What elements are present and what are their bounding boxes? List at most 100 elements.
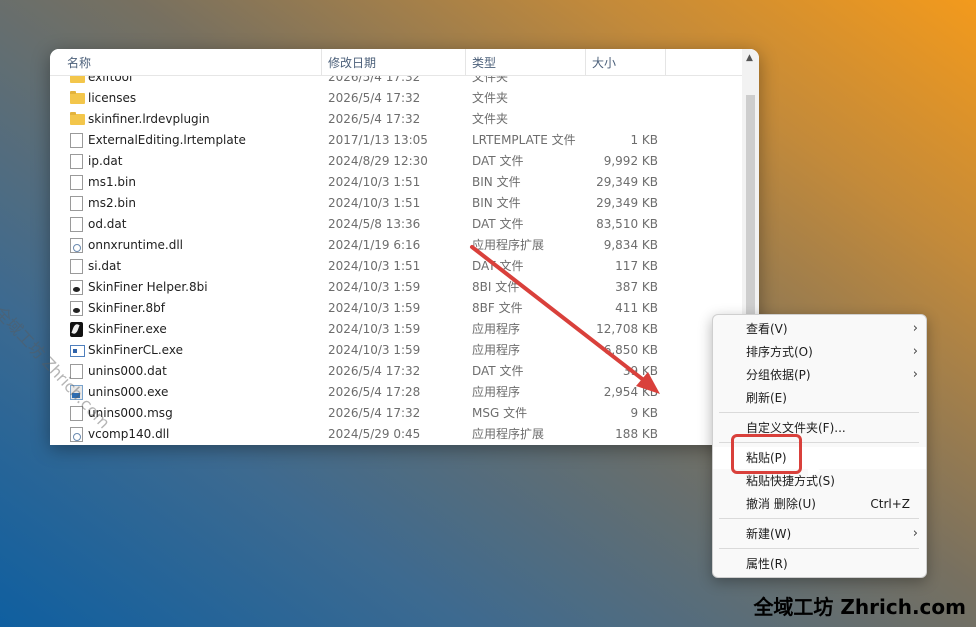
file-row[interactable]: SkinFiner.exe 2024/10/3 1:59 应用程序 12,708 KB — [50, 319, 742, 340]
file-row[interactable]: ms2.bin 2024/10/3 1:51 BIN 文件 29,349 KB — [50, 193, 742, 214]
file-size: 1 KB — [630, 133, 658, 147]
file-type: DAT 文件 — [472, 364, 524, 378]
file-size: 9 KB — [630, 406, 658, 420]
file-size: 6,850 KB — [603, 343, 658, 357]
file-type: 应用程序扩展 — [472, 238, 545, 252]
file-date: 2026/5/4 17:28 — [328, 385, 421, 399]
file-row[interactable]: skinfiner.lrdevplugin 2026/5/4 17:32 文件夹 — [50, 109, 742, 130]
file-name: onnxruntime.dll — [88, 238, 184, 252]
menu-item-group-by[interactable]: 分组依据(P) › — [713, 364, 926, 386]
file-row[interactable]: od.dat 2024/5/8 13:36 DAT 文件 83,510 KB — [50, 214, 742, 235]
file-icon — [70, 259, 83, 274]
file-name: SkinFiner Helper.8bi — [88, 280, 208, 294]
file-name: ip.dat — [88, 154, 123, 168]
file-date: 2024/5/29 0:45 — [328, 427, 421, 441]
file-name: ms2.bin — [88, 196, 136, 210]
column-divider[interactable] — [665, 49, 666, 75]
file-date: 2024/10/3 1:59 — [328, 343, 421, 357]
column-divider[interactable] — [465, 49, 466, 75]
app-icon — [70, 322, 83, 337]
file-size: 188 KB — [615, 427, 658, 441]
dll-icon — [70, 427, 83, 442]
column-divider[interactable] — [321, 49, 322, 75]
file-name: SkinFiner.exe — [88, 322, 167, 336]
file-name: SkinFiner.8bf — [88, 301, 165, 315]
file-date: 2024/10/3 1:51 — [328, 175, 421, 189]
corner-watermark: 全域工坊 Zhrich.com — [753, 595, 966, 619]
menu-separator — [719, 412, 919, 413]
file-type: 应用程序扩展 — [472, 427, 545, 441]
file-date: 2024/8/29 12:30 — [328, 154, 428, 168]
file-size: 29,349 KB — [596, 175, 658, 189]
menu-separator — [719, 518, 919, 519]
menu-separator — [719, 548, 919, 549]
paste-highlight-box — [731, 434, 802, 474]
file-size: 9,992 KB — [603, 154, 658, 168]
menu-item-undo-delete[interactable]: 撤消 删除(U) Ctrl+Z — [713, 493, 926, 515]
file-row[interactable]: SkinFiner.8bf 2024/10/3 1:59 8BF 文件 411 KB — [50, 298, 742, 319]
file-name: si.dat — [88, 259, 122, 273]
window-icon — [70, 345, 85, 357]
file-row[interactable]: unins000.exe 2026/5/4 17:28 应用程序 2,954 KB — [50, 382, 742, 403]
column-header-bar: ^ 名称 修改日期 类型 大小 — [50, 49, 742, 76]
column-name-header[interactable]: 名称 — [67, 49, 91, 75]
file-date: 2024/10/3 1:51 — [328, 259, 421, 273]
file-name: SkinFinerCL.exe — [88, 343, 183, 357]
file-type: DAT 文件 — [472, 154, 524, 168]
file-date: 2024/10/3 1:59 — [328, 322, 421, 336]
file-row[interactable]: onnxruntime.dll 2024/1/19 6:16 应用程序扩展 9,834… — [50, 235, 742, 256]
file-type: 文件夹 — [472, 112, 509, 126]
menu-item-properties[interactable]: 属性(R) — [713, 553, 926, 575]
file-name: unins000.dat — [88, 364, 167, 378]
column-date-header[interactable]: 修改日期 — [328, 49, 376, 75]
file-icon — [70, 196, 83, 211]
shortcut-label: Ctrl+Z — [870, 497, 910, 511]
file-explorer-window: ^ 名称 修改日期 类型 大小 exiftool 2026/5/4 17:32 文件… — [50, 49, 759, 445]
file-date: 2017/1/13 13:05 — [328, 133, 428, 147]
file-date: 2024/10/3 1:59 — [328, 301, 421, 315]
menu-item-view[interactable]: 查看(V) › — [713, 318, 926, 340]
file-type: BIN 文件 — [472, 175, 521, 189]
menu-item-refresh[interactable]: 刷新(E) — [713, 387, 926, 409]
file-date: 2024/10/3 1:59 — [328, 280, 421, 294]
file-date: 2024/10/3 1:51 — [328, 196, 421, 210]
file-type: 8BF 文件 — [472, 301, 523, 315]
file-row[interactable]: si.dat 2024/10/3 1:51 DAT 文件 117 KB — [50, 256, 742, 277]
file-date: 2026/5/4 17:32 — [328, 91, 421, 105]
scroll-up-arrow-icon[interactable]: ▲ — [746, 53, 753, 63]
file-type: MSG 文件 — [472, 406, 528, 420]
column-divider[interactable] — [585, 49, 586, 75]
folder-icon — [70, 112, 85, 125]
file-name: ms1.bin — [88, 175, 136, 189]
dll-icon — [70, 238, 83, 253]
file-name: od.dat — [88, 217, 127, 231]
file-row[interactable]: vcomp140.dll 2024/5/29 0:45 应用程序扩展 188 KB — [50, 424, 742, 445]
file-row[interactable]: unins000.dat 2026/5/4 17:32 DAT 文件 39 KB — [50, 361, 742, 382]
file-row[interactable]: licenses 2026/5/4 17:32 文件夹 — [50, 88, 742, 109]
menu-item-sort-by[interactable]: 排序方式(O) › — [713, 341, 926, 363]
file-size: 29,349 KB — [596, 196, 658, 210]
desktop: { "explorer": { "columns": { "name": "名称… — [0, 0, 976, 627]
file-row[interactable]: ms1.bin 2024/10/3 1:51 BIN 文件 29,349 KB — [50, 172, 742, 193]
file-icon — [70, 154, 83, 169]
file-row[interactable]: ip.dat 2024/8/29 12:30 DAT 文件 9,992 KB — [50, 151, 742, 172]
file-type: 应用程序 — [472, 385, 521, 399]
menu-item-new[interactable]: 新建(W) › — [713, 523, 926, 545]
plugin-icon — [70, 301, 83, 316]
file-row[interactable]: unins000.msg 2026/5/4 17:32 MSG 文件 9 KB — [50, 403, 742, 424]
file-row[interactable]: ExternalEditing.lrtemplate 2017/1/13 13:0… — [50, 130, 742, 151]
file-row[interactable]: SkinFiner Helper.8bi 2024/10/3 1:59 8BI 文件… — [50, 277, 742, 298]
file-type: 应用程序 — [472, 343, 521, 357]
column-type-header[interactable]: 类型 — [472, 49, 496, 75]
column-size-header[interactable]: 大小 — [592, 49, 616, 75]
file-type: 8BI 文件 — [472, 280, 520, 294]
file-size: 39 KB — [622, 364, 658, 378]
sort-up-icon: ^ — [187, 49, 196, 55]
file-row[interactable]: SkinFinerCL.exe 2024/10/3 1:59 应用程序 6,850 K… — [50, 340, 742, 361]
file-type: BIN 文件 — [472, 196, 521, 210]
chevron-right-icon: › — [912, 367, 918, 382]
file-size: 411 KB — [615, 301, 658, 315]
chevron-right-icon: › — [912, 344, 918, 359]
file-type: LRTEMPLATE 文件 — [472, 133, 576, 147]
chevron-right-icon: › — [912, 526, 918, 541]
